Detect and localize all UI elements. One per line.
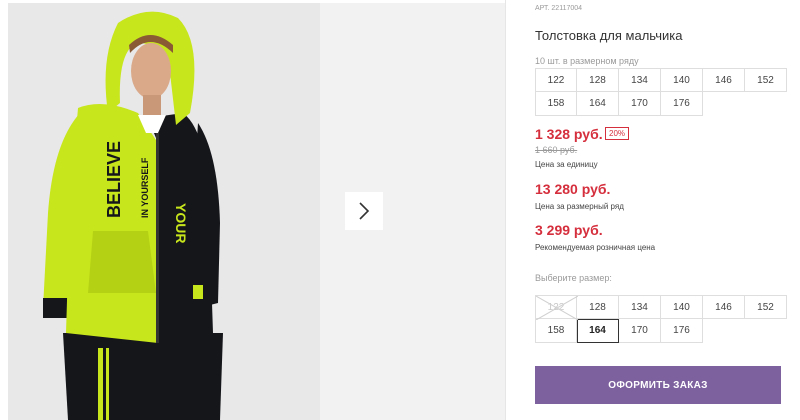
size-row-cell: 176 xyxy=(661,92,703,116)
size-option[interactable]: 134 xyxy=(619,295,661,319)
size-row-cell: 170 xyxy=(619,92,661,116)
article-number: АРТ. 22117004 xyxy=(535,5,583,12)
choose-size-caption: Выберите размер: xyxy=(535,273,612,283)
size-option[interactable]: 152 xyxy=(745,295,787,319)
size-row-grid: 122 128 134 140 146 152 158 164 170 176 xyxy=(535,68,787,116)
product-photo[interactable]: BELIEVE IN YOURSELF YOUR xyxy=(8,3,320,420)
size-option[interactable]: 158 xyxy=(535,319,577,343)
size-row-cell: 122 xyxy=(535,68,577,92)
product-info-panel: АРТ. 22117004 Толстовка для мальчика 10 … xyxy=(535,0,787,420)
size-option[interactable]: 170 xyxy=(619,319,661,343)
unit-price-note: Цена за единицу xyxy=(535,160,598,169)
row-price-note: Цена за размерный ряд xyxy=(535,202,624,211)
size-option-selected[interactable]: 164 xyxy=(577,319,619,343)
size-row-cell: 158 xyxy=(535,92,577,116)
size-row-cell: 134 xyxy=(619,68,661,92)
size-option-unavailable: 122 xyxy=(535,295,578,320)
size-option[interactable]: 176 xyxy=(661,319,703,343)
size-option[interactable]: 128 xyxy=(577,295,619,319)
retail-price-note: Рекомендуемая розничная цена xyxy=(535,243,656,252)
hoodie-print-believe: BELIEVE xyxy=(104,141,124,218)
retail-price: 3 299 руб. xyxy=(535,222,603,238)
size-row-cell: 146 xyxy=(703,68,745,92)
hoodie-illustration: BELIEVE IN YOURSELF YOUR xyxy=(8,3,320,420)
hoodie-print-inyourself: IN YOURSELF xyxy=(140,157,150,218)
product-title: Толстовка для мальчика xyxy=(535,28,683,43)
order-button[interactable]: ОФОРМИТЬ ЗАКАЗ xyxy=(535,366,781,404)
size-row-cell: 164 xyxy=(577,92,619,116)
size-option[interactable]: 146 xyxy=(703,295,745,319)
crossed-out-icon xyxy=(536,296,578,320)
row-price: 13 280 руб. xyxy=(535,181,611,197)
size-option[interactable]: 140 xyxy=(661,295,703,319)
hoodie-print-your: YOUR xyxy=(173,203,189,243)
unit-price: 1 328 руб. xyxy=(535,126,603,142)
size-picker-grid: 122 128 134 140 146 152 158 164 170 176 xyxy=(535,295,787,343)
discount-badge: 20% xyxy=(605,127,630,140)
product-gallery: BELIEVE IN YOURSELF YOUR xyxy=(0,0,505,420)
size-row-cell: 152 xyxy=(745,68,787,92)
chevron-right-icon xyxy=(359,202,370,220)
next-photo-button[interactable] xyxy=(345,192,383,230)
size-row-cell: 140 xyxy=(661,68,703,92)
sizes-in-row-caption: 10 шт. в размерном ряду xyxy=(535,56,639,66)
old-price: 1 660 руб. xyxy=(535,145,578,155)
size-row-cell: 128 xyxy=(577,68,619,92)
panel-divider xyxy=(505,0,506,420)
